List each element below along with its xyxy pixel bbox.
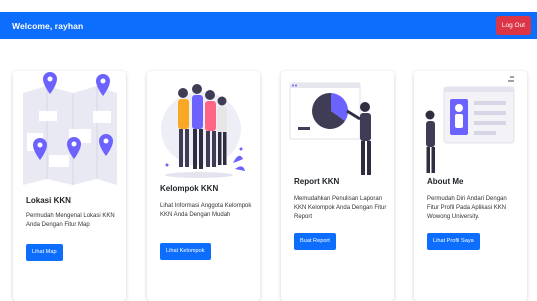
card-title: About Me bbox=[427, 177, 464, 186]
pie-chart-presentation-illustration bbox=[289, 82, 371, 175]
group-people-illustration bbox=[161, 84, 245, 178]
navbar: Welcome, rayhan Log Out bbox=[0, 12, 537, 39]
lihat-profil-saya-button[interactable]: Lihat Profil Saya bbox=[427, 233, 480, 250]
card-text: Permudah Diri Andari Dengan Fitur Profil… bbox=[427, 196, 507, 220]
welcome-text: Welcome, rayhan bbox=[12, 20, 84, 31]
card-title: Lokasi KKN bbox=[26, 196, 71, 205]
card-lokasi-kkn: Lokasi KKN Permudah Mengenal Lokasi KKN … bbox=[13, 71, 126, 301]
card-text: Permudah Mengenal Lokasi KKN Anda Dengan… bbox=[26, 213, 115, 228]
card-about-me: About Me Permudah Diri Andari Dengan Fit… bbox=[414, 71, 527, 301]
lihat-kelompok-button[interactable]: Lihat Kelompok bbox=[160, 243, 211, 260]
profile-card-illustration bbox=[425, 76, 515, 173]
card-title: Kelompok KKN bbox=[160, 184, 219, 193]
card-text: Lihat Informasi Anggota Kelompok KKN And… bbox=[160, 203, 252, 218]
top-blank-band bbox=[0, 0, 537, 12]
card-report-kkn: Report KKN Memudahkan Penulisan Laporan … bbox=[281, 71, 394, 301]
buat-report-button[interactable]: Buat Report bbox=[294, 233, 336, 250]
card-text: Memudahkan Penulisan Laporan KKN Kelompo… bbox=[294, 196, 387, 220]
lihat-map-button[interactable]: Lihat Map bbox=[26, 244, 63, 261]
card-title: Report KKN bbox=[294, 177, 340, 186]
map-pins-illustration bbox=[23, 72, 117, 185]
logout-button[interactable]: Log Out bbox=[495, 16, 531, 35]
card-kelompok-kkn: Kelompok KKN Lihat Informasi Anggota Kel… bbox=[147, 71, 260, 301]
